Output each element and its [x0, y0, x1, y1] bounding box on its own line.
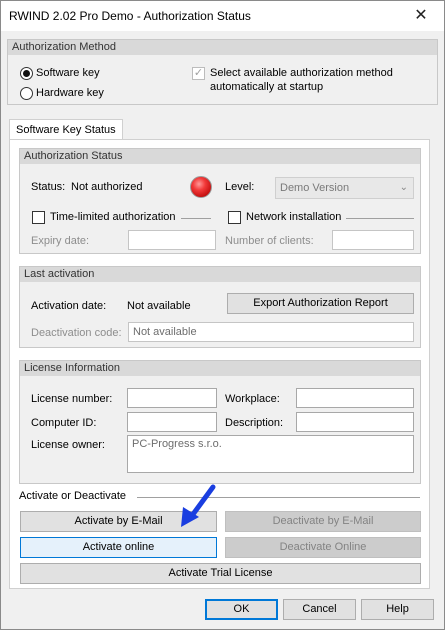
- license-owner-label: License owner:: [31, 439, 105, 451]
- export-authorization-report-button[interactable]: Export Authorization Report: [227, 293, 414, 314]
- authorization-status-group: Authorization Status Status: Not authori…: [19, 148, 421, 254]
- expiry-date-field: [128, 230, 216, 250]
- time-limited-label: Time-limited authorization: [50, 211, 176, 223]
- level-value: Demo Version: [280, 182, 350, 194]
- activation-date-label: Activation date:: [31, 300, 107, 312]
- license-number-label: License number:: [31, 393, 113, 405]
- license-information-group: License Information License number: Work…: [19, 360, 421, 484]
- status-value: Not authorized: [71, 181, 143, 193]
- deactivation-code-field: Not available: [128, 322, 414, 342]
- time-limited-checkbox[interactable]: [32, 211, 45, 224]
- time-limited-divider: [181, 218, 211, 219]
- hardware-key-radio[interactable]: [20, 87, 33, 100]
- software-key-radio[interactable]: [20, 67, 33, 80]
- hardware-key-label[interactable]: Hardware key: [36, 87, 104, 99]
- activate-deactivate-header: Activate or Deactivate: [19, 490, 126, 502]
- title-bar: RWIND 2.02 Pro Demo - Authorization Stat…: [1, 1, 444, 31]
- network-installation-label: Network installation: [246, 211, 342, 223]
- authorization-status-header: Authorization Status: [20, 149, 420, 164]
- license-owner-field[interactable]: PC-Progress s.r.o.: [127, 435, 414, 473]
- license-number-field[interactable]: [127, 388, 217, 408]
- activate-trial-license-button[interactable]: Activate Trial License: [20, 563, 421, 584]
- help-button[interactable]: Help: [361, 599, 434, 620]
- auto-select-label-line2: automatically at startup: [210, 81, 324, 93]
- expiry-date-label: Expiry date:: [31, 235, 90, 247]
- number-of-clients-label: Number of clients:: [225, 235, 314, 247]
- authorization-status-dialog: RWIND 2.02 Pro Demo - Authorization Stat…: [0, 0, 445, 630]
- last-activation-header: Last activation: [20, 267, 420, 282]
- window-title: RWIND 2.02 Pro Demo - Authorization Stat…: [9, 9, 251, 23]
- chevron-down-icon: ⌄: [399, 182, 408, 193]
- auto-select-checkbox[interactable]: ✓: [192, 67, 205, 80]
- computer-id-label: Computer ID:: [31, 417, 97, 429]
- deactivate-online-button[interactable]: Deactivate Online: [225, 537, 421, 558]
- description-label: Description:: [225, 417, 284, 429]
- authorization-method-header: Authorization Method: [8, 40, 437, 55]
- license-information-header: License Information: [20, 361, 420, 376]
- network-divider: [346, 218, 414, 219]
- software-key-label[interactable]: Software key: [36, 67, 100, 79]
- cancel-button[interactable]: Cancel: [283, 599, 356, 620]
- computer-id-field[interactable]: [127, 412, 217, 432]
- authorization-method-group: Authorization Method Software key Hardwa…: [7, 39, 438, 105]
- pointer-arrow-icon: [181, 484, 216, 527]
- workplace-field[interactable]: [296, 388, 414, 408]
- activation-date-value: Not available: [127, 300, 191, 312]
- auto-select-label-line1: Select available authorization method: [210, 67, 393, 79]
- deactivate-by-email-button[interactable]: Deactivate by E-Mail: [225, 511, 421, 532]
- status-led-icon: [190, 176, 212, 198]
- ok-button[interactable]: OK: [205, 599, 278, 620]
- number-of-clients-field: [332, 230, 414, 250]
- tab-software-key-status[interactable]: Software Key Status: [9, 119, 123, 140]
- level-select[interactable]: Demo Version ⌄: [275, 177, 414, 199]
- last-activation-group: Last activation Activation date: Not ava…: [19, 266, 421, 348]
- network-installation-checkbox[interactable]: [228, 211, 241, 224]
- workplace-label: Workplace:: [225, 393, 280, 405]
- description-field[interactable]: [296, 412, 414, 432]
- level-label: Level:: [225, 181, 255, 193]
- deactivation-code-label: Deactivation code:: [31, 327, 122, 339]
- status-label: Status:: [31, 181, 66, 193]
- activate-online-button[interactable]: Activate online: [20, 537, 217, 558]
- close-icon[interactable]: ✕: [398, 1, 444, 31]
